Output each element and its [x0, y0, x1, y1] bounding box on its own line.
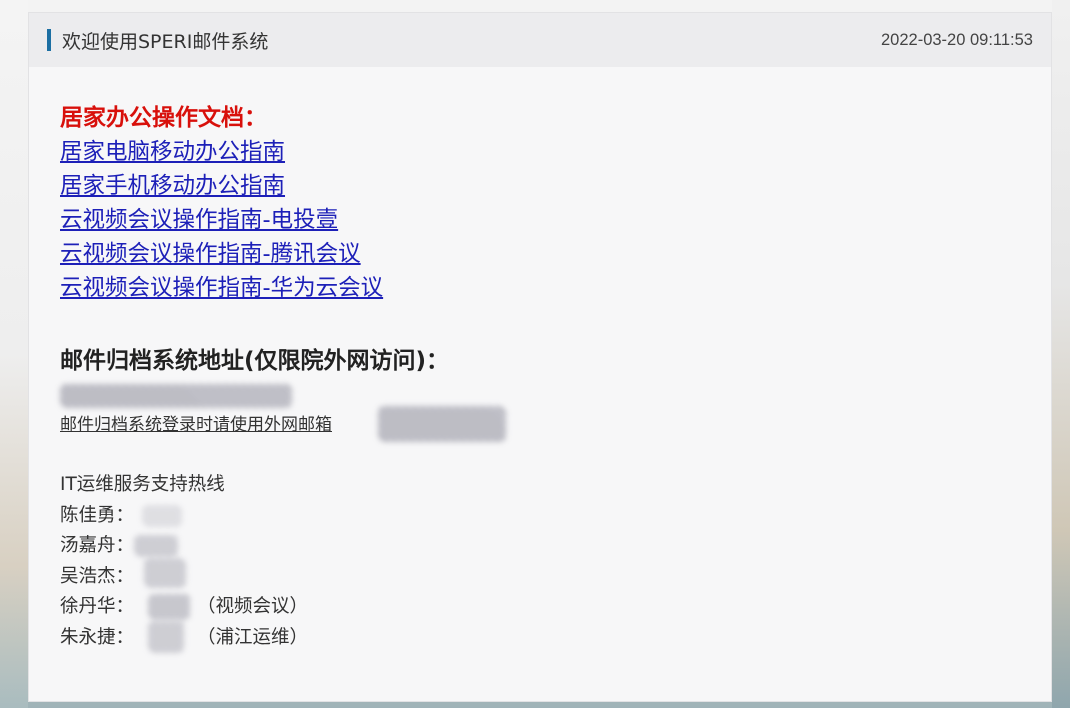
contact-row: 朱永捷： （浦江运维）	[60, 620, 1051, 654]
panel-content: 居家办公操作文档： 居家电脑移动办公指南 居家手机移动办公指南 云视频会议操作指…	[29, 67, 1051, 653]
redaction-blur	[148, 620, 184, 653]
contact-name: 汤嘉舟：	[60, 535, 135, 556]
panel-title: 欢迎使用SPERI邮件系统	[62, 30, 269, 53]
archive-heading: 邮件归档系统地址(仅限院外网访问)：	[60, 348, 450, 374]
home-office-heading: 居家办公操作文档：	[60, 105, 267, 131]
contact-name: 吴浩杰：	[60, 565, 135, 587]
redaction-blur	[134, 535, 178, 557]
contact-row: 汤嘉舟：	[60, 531, 1051, 562]
background-right	[1052, 0, 1070, 708]
redaction-blur	[148, 594, 190, 620]
contact-name: 徐丹华：	[60, 596, 135, 617]
redaction-blur	[144, 557, 186, 588]
contact-name: 陈佳勇：	[60, 504, 135, 526]
accent-bar	[47, 29, 51, 51]
archive-address-redacted[interactable]	[60, 378, 1051, 412]
link-video-conf-guide-diantouyi[interactable]: 云视频会议操作指南-电投壹	[60, 203, 1051, 237]
link-video-conf-guide-tencent[interactable]: 云视频会议操作指南-腾讯会议	[60, 237, 1051, 271]
contact-row: 吴浩杰：	[60, 557, 1051, 593]
background-left	[0, 0, 28, 708]
link-video-conf-guide-huawei[interactable]: 云视频会议操作指南-华为云会议	[60, 271, 1051, 305]
contact-name: 朱永捷：	[60, 626, 135, 648]
redaction-blur	[378, 406, 506, 442]
redaction-blur	[142, 504, 182, 527]
link-phone-mobile-office-guide[interactable]: 居家手机移动办公指南	[60, 169, 1051, 203]
contact-note: （浦江运维）	[197, 626, 309, 648]
panel-header: 欢迎使用SPERI邮件系统 2022-03-20 09:11:53	[29, 13, 1051, 67]
support-title: IT运维服务支持热线	[60, 474, 225, 495]
link-pc-mobile-office-guide[interactable]: 居家电脑移动办公指南	[60, 135, 1051, 169]
header-title-group: 欢迎使用SPERI邮件系统	[47, 27, 268, 54]
archive-login-note: 邮件归档系统登录时请使用外网邮箱	[60, 415, 332, 435]
redaction-blur	[60, 384, 292, 408]
contact-row: 陈佳勇：	[60, 501, 1051, 532]
welcome-panel: 欢迎使用SPERI邮件系统 2022-03-20 09:11:53 居家办公操作…	[28, 12, 1052, 702]
contact-note: （视频会议）	[197, 596, 309, 617]
contact-row: 徐丹华： （视频会议）	[60, 592, 1051, 623]
login-timestamp: 2022-03-20 09:11:53	[881, 30, 1033, 49]
